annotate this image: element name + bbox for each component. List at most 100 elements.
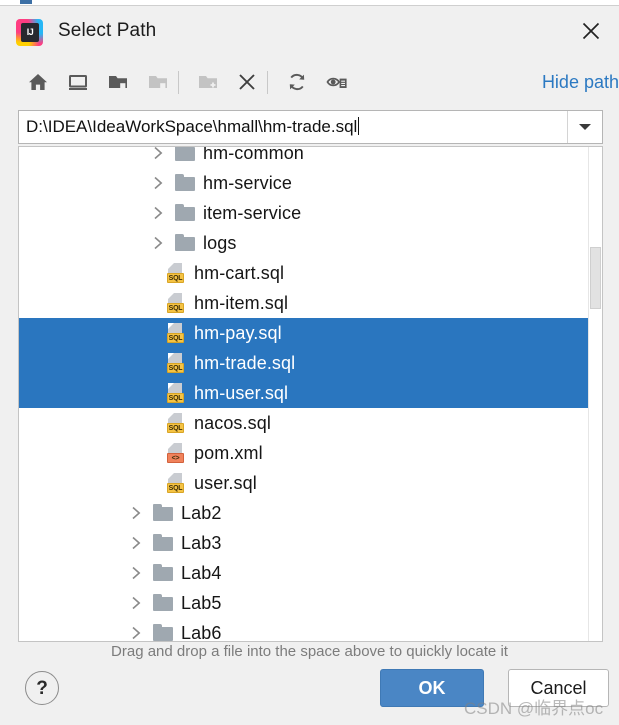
path-input[interactable]: D:\IDEA\IdeaWorkSpace\hmall\hm-trade.sql: [19, 117, 567, 137]
file-tree-row-label: Lab2: [181, 502, 222, 523]
file-list-scrollbar-thumb[interactable]: [590, 247, 601, 309]
home-button[interactable]: [20, 64, 56, 100]
dialog-title: Select Path: [58, 20, 157, 41]
module-folder-icon: [149, 76, 167, 89]
file-tree-row[interactable]: SQL nacos.sql: [19, 408, 602, 438]
xml-file-icon: <>: [165, 442, 187, 464]
refresh-button[interactable]: [279, 64, 315, 100]
intellij-idea-logo-icon: IJ: [16, 19, 43, 46]
file-tree-row-label: hm-cart.sql: [194, 262, 285, 283]
file-tree-rows: hm-common hm-service item-service logs SQL hm…: [19, 146, 602, 642]
folder-icon: [152, 562, 174, 584]
sql-file-icon: SQL: [165, 352, 187, 374]
file-tree-row-label: hm-user.sql: [194, 382, 289, 403]
help-button[interactable]: ?: [25, 671, 59, 705]
expand-chevron-icon[interactable]: [151, 206, 166, 221]
expand-chevron-icon[interactable]: [151, 147, 166, 161]
file-tree-row[interactable]: SQL hm-pay.sql: [19, 318, 602, 348]
show-hidden-files-button[interactable]: [319, 64, 355, 100]
file-tree-row[interactable]: Lab6: [19, 618, 602, 642]
file-tree-row-label: hm-service: [203, 172, 293, 193]
file-tree-row[interactable]: item-service: [19, 198, 602, 228]
cancel-button[interactable]: Cancel: [508, 669, 609, 707]
expand-chevron-icon[interactable]: [151, 236, 166, 251]
show-hidden-files-icon: [326, 77, 347, 88]
file-tree-row[interactable]: Lab5: [19, 588, 602, 618]
file-tree-row-label: hm-item.sql: [194, 292, 289, 313]
chevron-down-icon: [579, 124, 591, 130]
dialog-footer: ? OK Cancel: [0, 665, 619, 725]
expand-chevron-icon[interactable]: [129, 626, 144, 641]
text-caret: [358, 117, 360, 135]
file-tree-row-label: hm-pay.sql: [194, 322, 282, 343]
file-tree-row-label: item-service: [203, 202, 302, 223]
folder-icon: [152, 592, 174, 614]
project-folder-icon: [109, 76, 127, 89]
file-tree-row[interactable]: logs: [19, 228, 602, 258]
navigation-toolbar: Hide path: [0, 58, 619, 106]
file-tree-list[interactable]: hm-common hm-service item-service logs SQL hm…: [18, 146, 603, 642]
sql-file-icon: SQL: [165, 472, 187, 494]
expand-chevron-icon[interactable]: [151, 176, 166, 191]
module-directory-button: [140, 64, 176, 100]
hide-path-link[interactable]: Hide path: [542, 72, 619, 93]
folder-icon: [174, 147, 196, 164]
folder-icon: [152, 532, 174, 554]
dialog-title-bar: IJ Select Path: [0, 6, 619, 56]
folder-icon: [174, 232, 196, 254]
file-tree-row[interactable]: hm-service: [19, 168, 602, 198]
refresh-icon: [289, 73, 305, 91]
background-window-tab: [20, 0, 32, 4]
sql-file-icon: SQL: [165, 322, 187, 344]
file-tree-row-label: nacos.sql: [194, 412, 271, 433]
file-tree-row-label: logs: [203, 232, 237, 253]
sql-file-icon: SQL: [165, 262, 187, 284]
drag-drop-hint: Drag and drop a file into the space abov…: [111, 643, 508, 660]
file-tree-row-label: hm-common: [203, 146, 304, 163]
desktop-button[interactable]: [60, 64, 96, 100]
ok-button[interactable]: OK: [380, 669, 484, 707]
file-tree-row-label: Lab4: [181, 562, 222, 583]
file-tree-row-label: pom.xml: [194, 442, 263, 463]
file-tree-row-label: hm-trade.sql: [194, 352, 296, 373]
file-tree-row[interactable]: Lab3: [19, 528, 602, 558]
close-window-button[interactable]: [563, 6, 619, 56]
file-tree-row[interactable]: SQL user.sql: [19, 468, 602, 498]
file-tree-row[interactable]: <> pom.xml: [19, 438, 602, 468]
new-folder-button: [190, 64, 226, 100]
path-dropdown-button[interactable]: [567, 111, 602, 143]
project-directory-button[interactable]: [100, 64, 136, 100]
file-tree-row-label: user.sql: [194, 472, 257, 493]
file-list-scrollbar[interactable]: [588, 147, 602, 641]
file-tree-row[interactable]: Lab2: [19, 498, 602, 528]
file-tree-row-label: Lab3: [181, 532, 222, 553]
folder-icon: [152, 502, 174, 524]
file-tree-row[interactable]: SQL hm-trade.sql: [19, 348, 602, 378]
file-tree-row-label: Lab6: [181, 622, 222, 642]
file-tree-row[interactable]: hm-common: [19, 146, 602, 168]
home-icon: [29, 74, 47, 90]
folder-icon: [174, 202, 196, 224]
expand-chevron-icon[interactable]: [129, 566, 144, 581]
toolbar-separator-1: [178, 71, 179, 94]
expand-chevron-icon[interactable]: [129, 596, 144, 611]
file-tree-row[interactable]: SQL hm-cart.sql: [19, 258, 602, 288]
expand-chevron-icon[interactable]: [129, 506, 144, 521]
file-tree-row[interactable]: SQL hm-user.sql: [19, 378, 602, 408]
close-icon: [582, 22, 600, 40]
path-combobox[interactable]: D:\IDEA\IdeaWorkSpace\hmall\hm-trade.sql: [18, 110, 603, 144]
toolbar-separator-2: [267, 71, 268, 94]
folder-icon: [152, 622, 174, 641]
new-folder-icon: [199, 76, 217, 88]
file-tree-row[interactable]: SQL hm-item.sql: [19, 288, 602, 318]
sql-file-icon: SQL: [165, 382, 187, 404]
folder-icon: [174, 172, 196, 194]
delete-x-icon: [239, 74, 255, 90]
desktop-icon: [69, 75, 87, 90]
path-value: D:\IDEA\IdeaWorkSpace\hmall\hm-trade.sql: [26, 117, 358, 136]
delete-button[interactable]: [229, 64, 265, 100]
expand-chevron-icon[interactable]: [129, 536, 144, 551]
file-tree-row[interactable]: Lab4: [19, 558, 602, 588]
file-tree-row-label: Lab5: [181, 592, 222, 613]
select-path-dialog: IJ Select Path Hide path D:\IDEA\IdeaWor…: [0, 0, 619, 725]
